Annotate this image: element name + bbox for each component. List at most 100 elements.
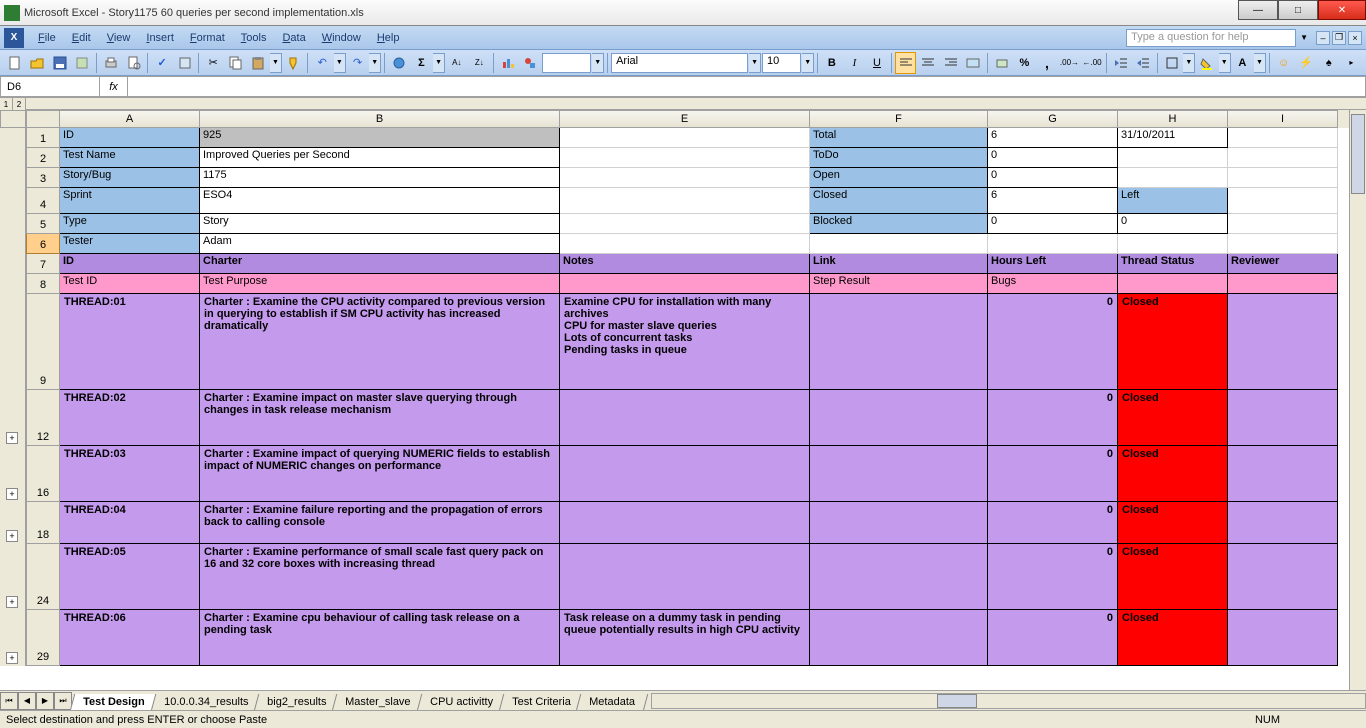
outline-expand-button[interactable]: + [6, 652, 18, 664]
cell[interactable]: Left [1118, 188, 1228, 214]
cell[interactable] [1228, 148, 1338, 168]
align-right-button[interactable] [940, 52, 962, 74]
close-button[interactable]: ✕ [1318, 0, 1366, 20]
menu-edit[interactable]: Edit [64, 30, 99, 46]
cell[interactable]: Improved Queries per Second [200, 148, 560, 168]
cell[interactable]: THREAD:04 [60, 502, 200, 544]
font-color-dropdown[interactable]: ▼ [1254, 53, 1266, 73]
underline-button[interactable]: U [866, 52, 888, 74]
cell[interactable]: Blocked [810, 214, 988, 234]
italic-button[interactable]: I [844, 52, 866, 74]
outline-level-2[interactable]: 2 [13, 98, 26, 110]
cell[interactable]: Closed [1118, 446, 1228, 502]
row-header-2[interactable]: 2 [26, 148, 60, 168]
tab-nav-first[interactable]: ⏮ [0, 692, 18, 710]
cell[interactable] [1228, 294, 1338, 390]
menu-insert[interactable]: Insert [138, 30, 182, 46]
fill-color-dropdown[interactable]: ▼ [1219, 53, 1231, 73]
cell[interactable]: Test ID [60, 274, 200, 294]
cell[interactable]: THREAD:05 [60, 544, 200, 610]
cell[interactable] [1228, 188, 1338, 214]
cell[interactable] [1118, 274, 1228, 294]
cell[interactable]: Charter [200, 254, 560, 274]
cell[interactable]: Closed [1118, 610, 1228, 666]
cell[interactable]: Charter : Examine the CPU activity compa… [200, 294, 560, 390]
outline-expand-button[interactable]: + [6, 432, 18, 444]
cell[interactable] [810, 544, 988, 610]
sort-asc-button[interactable]: A↓ [446, 52, 468, 74]
cell[interactable]: THREAD:06 [60, 610, 200, 666]
row-header-12[interactable]: 12 [26, 390, 60, 446]
font-color-button[interactable]: A [1232, 52, 1254, 74]
chart-wizard-button[interactable] [497, 52, 519, 74]
cell[interactable]: Closed [1118, 502, 1228, 544]
cell[interactable]: Closed [1118, 294, 1228, 390]
row-header-24[interactable]: 24 [26, 544, 60, 610]
format-painter-button[interactable] [283, 52, 305, 74]
font-input[interactable]: Arial [611, 53, 748, 73]
cell[interactable] [560, 234, 810, 254]
cell[interactable] [810, 390, 988, 446]
row-header-8[interactable]: 8 [26, 274, 60, 294]
cell[interactable] [1228, 502, 1338, 544]
cell[interactable]: THREAD:02 [60, 390, 200, 446]
hyperlink-button[interactable] [388, 52, 410, 74]
font-size-dropdown[interactable]: ▼ [802, 53, 814, 73]
cell[interactable]: 0 [988, 390, 1118, 446]
sheet-tab[interactable]: big2_results [254, 694, 340, 711]
cell[interactable]: 0 [988, 502, 1118, 544]
cell[interactable] [1228, 168, 1338, 188]
paste-dropdown[interactable]: ▼ [270, 53, 282, 73]
row-header-5[interactable]: 5 [26, 214, 60, 234]
autosum-button[interactable]: Σ [411, 52, 433, 74]
hscroll-thumb[interactable] [937, 694, 977, 708]
cell[interactable]: ESO4 [200, 188, 560, 214]
sort-desc-button[interactable]: Z↓ [469, 52, 491, 74]
row-header-18[interactable]: 18 [26, 502, 60, 544]
cell[interactable] [1118, 168, 1228, 188]
menu-data[interactable]: Data [274, 30, 313, 46]
menu-tools[interactable]: Tools [233, 30, 275, 46]
cell[interactable] [560, 544, 810, 610]
maximize-button[interactable]: □ [1278, 0, 1318, 20]
cell[interactable]: Hours Left [988, 254, 1118, 274]
print-button[interactable] [100, 52, 122, 74]
fx-icon[interactable]: fx [100, 76, 128, 97]
cell[interactable] [810, 294, 988, 390]
cell[interactable] [560, 502, 810, 544]
cell[interactable]: 0 [1118, 214, 1228, 234]
app-icon[interactable]: X [4, 28, 24, 48]
col-header-H[interactable]: H [1118, 110, 1228, 128]
redo-button[interactable]: ↷ [347, 52, 369, 74]
drawing-button[interactable] [520, 52, 542, 74]
cell[interactable] [810, 502, 988, 544]
cell[interactable]: Open [810, 168, 988, 188]
name-box[interactable]: D6 [0, 76, 100, 97]
cell[interactable] [560, 148, 810, 168]
print-preview-button[interactable] [123, 52, 145, 74]
save-button[interactable] [49, 52, 71, 74]
sheet-tab[interactable]: 10.0.0.34_results [150, 694, 261, 711]
cell[interactable] [810, 234, 988, 254]
cell[interactable] [988, 234, 1118, 254]
scrollbar-thumb[interactable] [1351, 114, 1365, 194]
cell[interactable]: Closed [1118, 390, 1228, 446]
cell[interactable] [810, 446, 988, 502]
cell[interactable]: THREAD:01 [60, 294, 200, 390]
cell[interactable]: 6 [988, 128, 1118, 148]
col-header-A[interactable]: A [60, 110, 200, 128]
new-button[interactable] [4, 52, 26, 74]
cell[interactable]: Charter : Examine impact of querying NUM… [200, 446, 560, 502]
cell[interactable]: Tester [60, 234, 200, 254]
lightning-icon[interactable]: ⚡ [1295, 52, 1317, 74]
cell[interactable] [560, 128, 810, 148]
cell[interactable]: Test Name [60, 148, 200, 168]
sheet-tab[interactable]: Metadata [576, 694, 648, 711]
cell[interactable]: 6 [988, 188, 1118, 214]
comma-button[interactable]: , [1036, 52, 1058, 74]
cell[interactable]: Sprint [60, 188, 200, 214]
cell[interactable] [1228, 128, 1338, 148]
sheet-tab[interactable]: CPU activitty [416, 694, 506, 711]
cell[interactable]: Thread Status [1118, 254, 1228, 274]
zoom-input[interactable] [542, 53, 591, 73]
